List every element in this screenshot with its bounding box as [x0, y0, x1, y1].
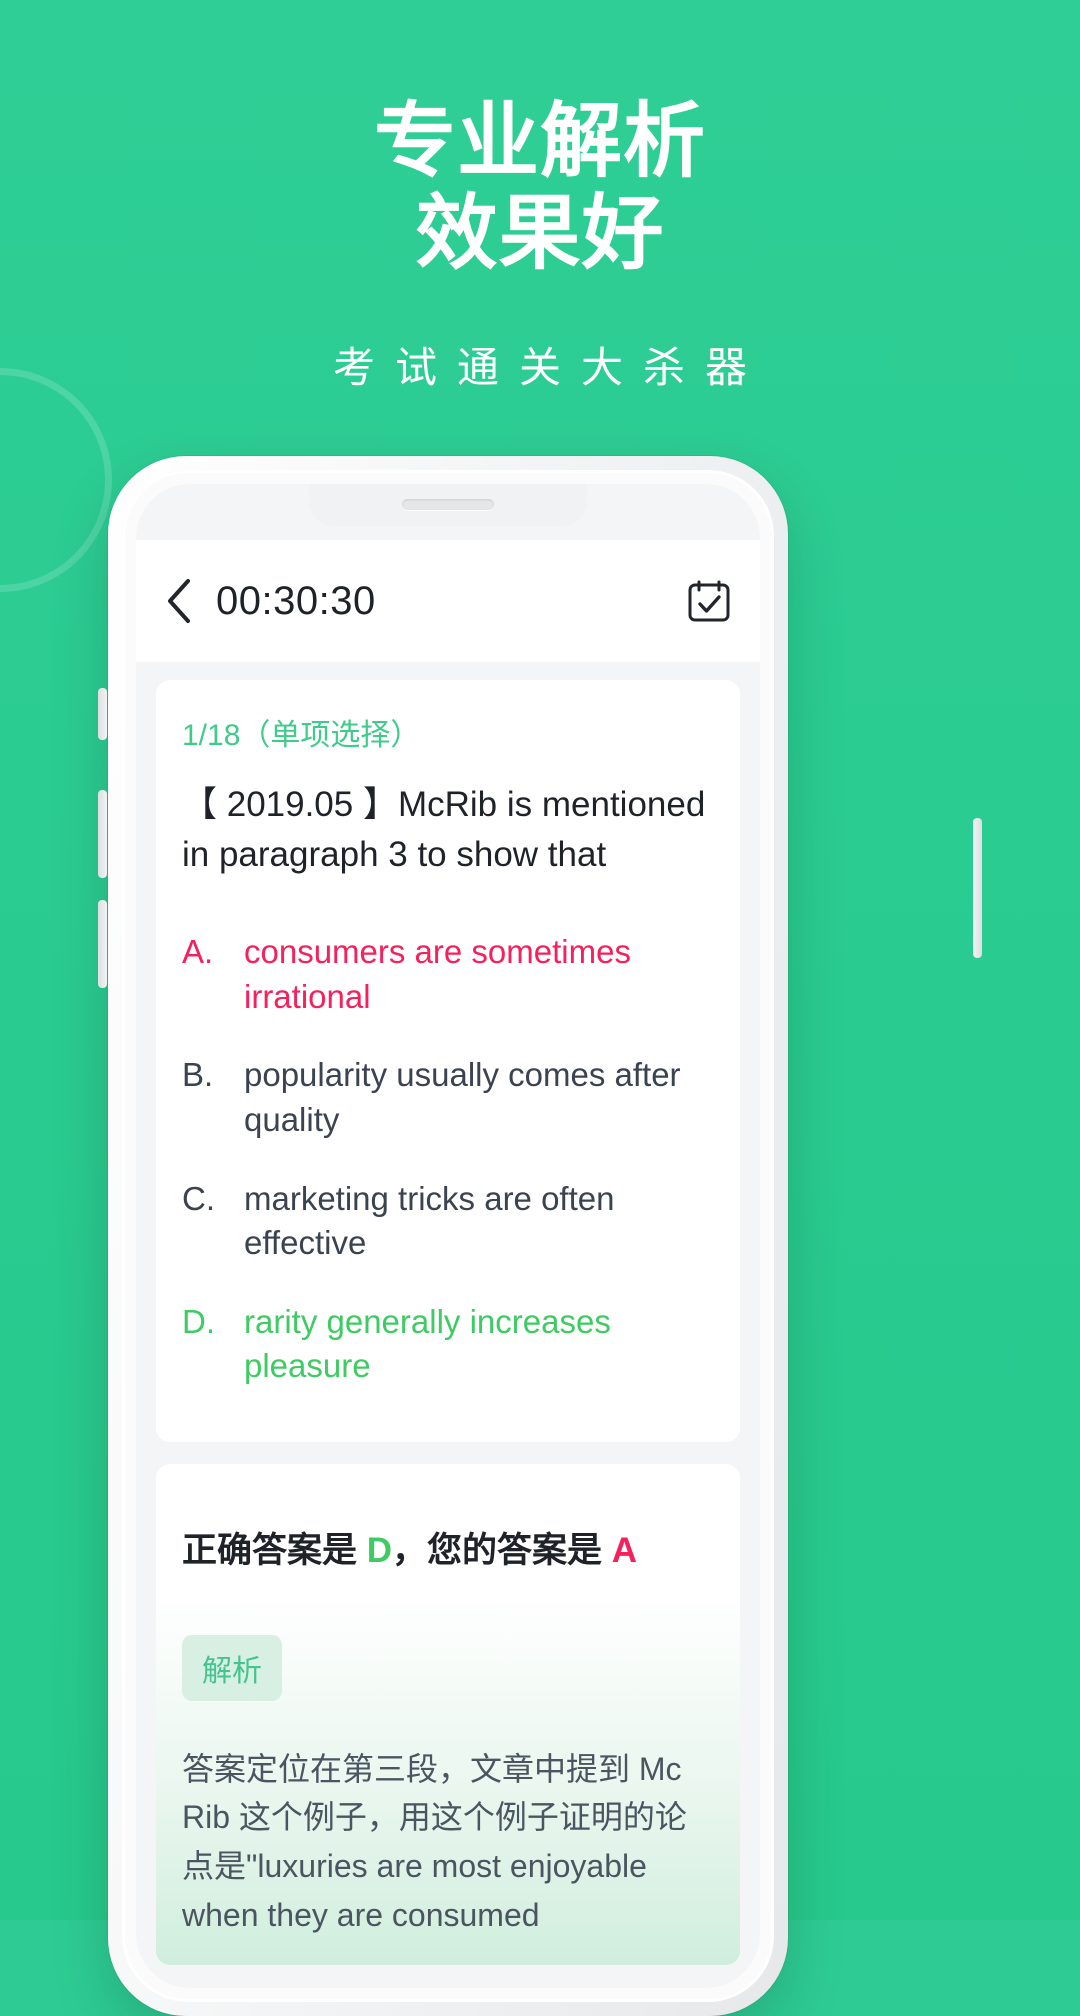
option-b[interactable]: B. popularity usually comes after qualit…	[182, 1036, 714, 1159]
chevron-left-icon	[164, 578, 194, 624]
option-d[interactable]: D. rarity generally increases pleasure	[182, 1283, 714, 1406]
phone-mute-switch	[98, 688, 107, 740]
exam-timer: 00:30:30	[216, 578, 376, 623]
answer-card-icon	[686, 580, 732, 628]
headline-line-2: 效果好	[415, 187, 665, 279]
option-d-letter: D.	[182, 1302, 215, 1340]
phone-bezel: 00:30:30 1/18（单项选择） 【 2019.05 】McRib is …	[122, 470, 774, 2002]
user-answer-letter: A	[611, 1530, 638, 1570]
phone-power-button	[973, 818, 982, 958]
explanation-tag: 解析	[182, 1634, 282, 1701]
phone-screen: 00:30:30 1/18（单项选择） 【 2019.05 】McRib is …	[136, 484, 760, 1988]
phone-volume-down-button	[98, 900, 107, 988]
back-button[interactable]	[156, 578, 202, 624]
promo-subtitle: 考试通关大杀器	[332, 344, 767, 391]
option-d-text: rarity generally increases pleasure	[244, 1302, 611, 1385]
option-c[interactable]: C. marketing tricks are often effective	[182, 1160, 714, 1283]
headline-line-1: 专业解析	[373, 96, 706, 187]
answer-prefix: 正确答案是	[182, 1530, 367, 1570]
question-text: 【 2019.05 】McRib is mentioned in paragra…	[182, 785, 706, 874]
earpiece-speaker	[402, 498, 494, 510]
answer-summary: 正确答案是 D，您的答案是 A	[182, 1522, 714, 1573]
option-a[interactable]: A. consumers are sometimes irrational	[182, 913, 714, 1036]
phone-volume-up-button	[98, 790, 107, 878]
question-card: 1/18（单项选择） 【 2019.05 】McRib is mentioned…	[156, 680, 740, 1442]
answer-card-button[interactable]	[686, 578, 732, 624]
option-c-text: marketing tricks are often effective	[244, 1179, 615, 1262]
correct-answer-letter: D	[366, 1530, 393, 1570]
option-a-letter: A.	[182, 933, 214, 971]
option-b-letter: B.	[182, 1056, 214, 1094]
app-header: 00:30:30	[136, 540, 760, 662]
phone-notch	[309, 484, 587, 526]
option-c-letter: C.	[182, 1179, 215, 1217]
answer-middle: ，您的答案是	[392, 1530, 612, 1570]
question-meta: 1/18（单项选择）	[182, 719, 421, 752]
question-scroll-area[interactable]: 1/18（单项选择） 【 2019.05 】McRib is mentioned…	[136, 662, 760, 1988]
phone-mockup: 00:30:30 1/18（单项选择） 【 2019.05 】McRib is …	[108, 456, 788, 2016]
answer-card: 正确答案是 D，您的答案是 A 解析 答案定位在第三段，文章中提到 Mc Rib…	[156, 1463, 740, 1966]
promo-headline: 专业解析 效果好	[0, 96, 1080, 280]
explanation-text: 答案定位在第三段，文章中提到 Mc Rib 这个例子，用这个例子证明的论点是"l…	[182, 1750, 687, 1933]
option-b-text: popularity usually comes after quality	[244, 1056, 681, 1139]
exam-app: 00:30:30 1/18（单项选择） 【 2019.05 】McRib is …	[136, 484, 760, 1988]
option-a-text: consumers are sometimes irrational	[244, 933, 631, 1015]
